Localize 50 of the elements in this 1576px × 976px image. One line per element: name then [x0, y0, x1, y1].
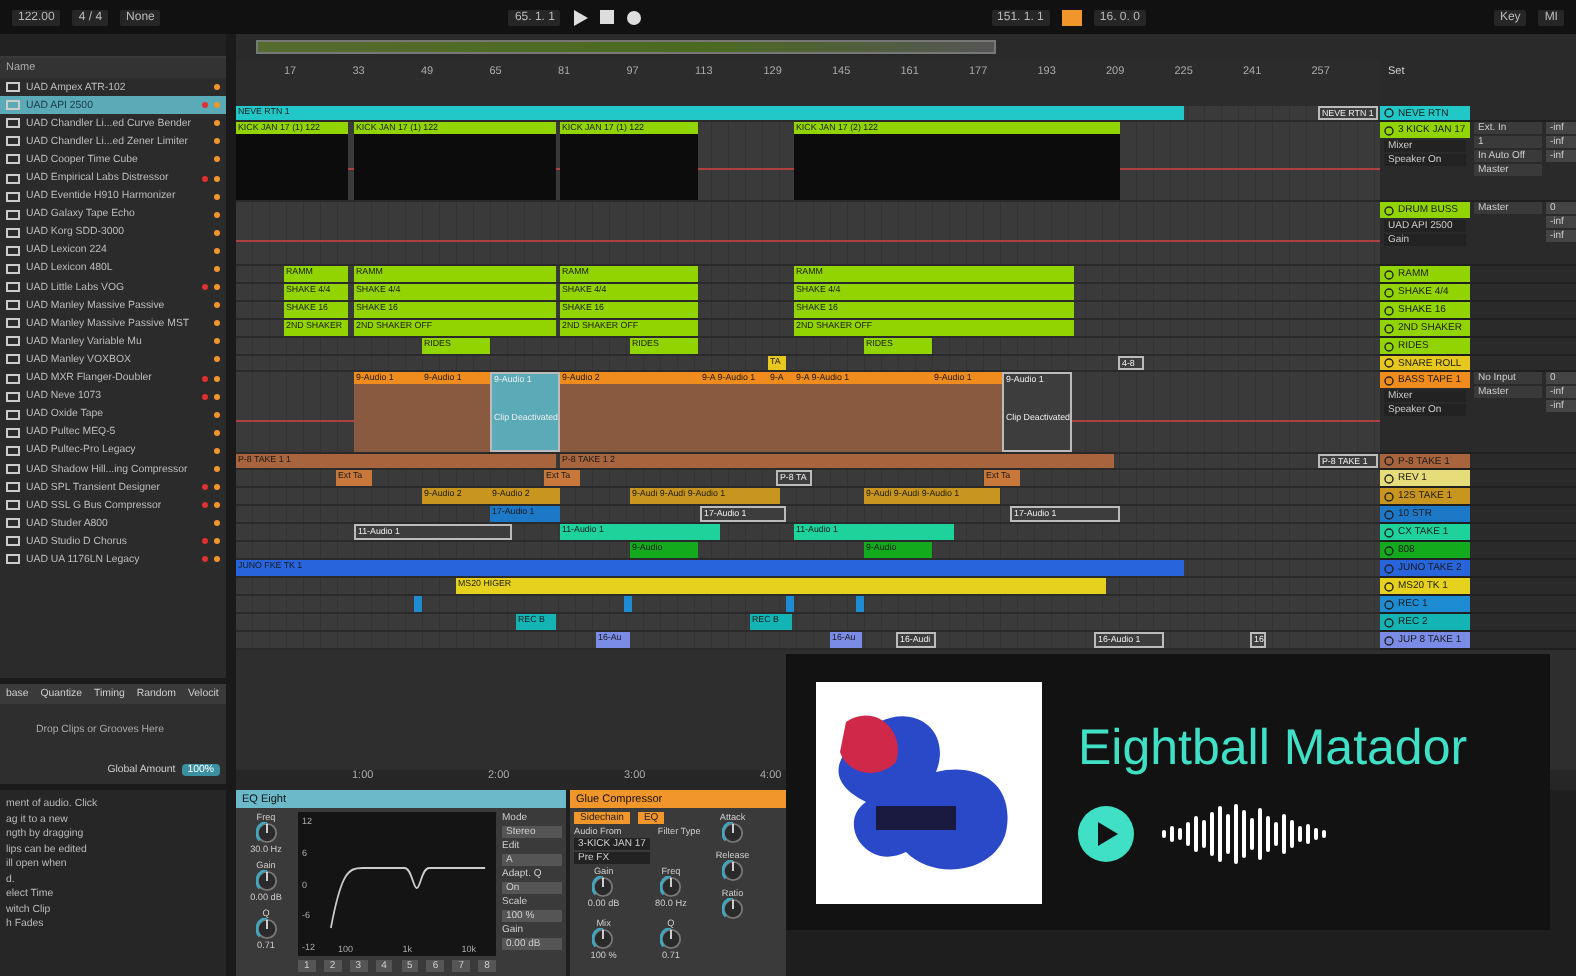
- clip[interactable]: [624, 596, 632, 612]
- knob[interactable]: [592, 928, 615, 950]
- knob[interactable]: [255, 870, 277, 892]
- status-dot: [214, 84, 220, 91]
- record-icon[interactable]: [626, 9, 643, 25]
- play-icon: [1094, 821, 1118, 845]
- status-dot: [214, 265, 220, 272]
- play-button[interactable]: [1078, 805, 1134, 861]
- knob[interactable]: [659, 876, 682, 898]
- status-dot: [214, 320, 220, 327]
- status-dot: [214, 229, 220, 236]
- status-dot: [214, 175, 220, 182]
- status-dot: [214, 447, 220, 454]
- status-dot: [214, 338, 220, 345]
- status-dot: [214, 466, 220, 473]
- knob[interactable]: [721, 822, 744, 844]
- status-dot: [214, 520, 220, 527]
- knob[interactable]: [255, 822, 277, 844]
- status-dot: [214, 411, 220, 418]
- status-dot: [214, 556, 220, 563]
- knob[interactable]: [721, 898, 744, 920]
- knob[interactable]: [721, 860, 744, 882]
- status-dot: [214, 156, 220, 163]
- status-dot: [214, 538, 220, 545]
- stop-icon[interactable]: [600, 10, 615, 24]
- status-dot: [214, 193, 220, 200]
- knob[interactable]: [659, 928, 682, 950]
- knob[interactable]: [255, 918, 277, 940]
- status-dot: [214, 484, 220, 491]
- status-dot: [214, 302, 220, 309]
- status-dot: [214, 284, 220, 291]
- clip[interactable]: [786, 596, 794, 612]
- track-title: Eightball Matador: [1078, 719, 1468, 777]
- status-dot: [214, 120, 220, 127]
- status-dot: [214, 356, 220, 363]
- status-dot: [214, 429, 220, 436]
- status-dot: [214, 375, 220, 382]
- search-field[interactable]: [0, 34, 226, 58]
- status-dot: [214, 247, 220, 254]
- fold-icon[interactable]: [1384, 205, 1394, 215]
- clip[interactable]: [856, 596, 864, 612]
- loop-icon[interactable]: [1061, 9, 1082, 25]
- status-dot: [214, 211, 220, 218]
- play-icon[interactable]: [572, 9, 589, 25]
- status-dot: [214, 502, 220, 509]
- status-dot: [214, 138, 220, 145]
- status-dot: [214, 393, 220, 400]
- status-dot: [214, 102, 220, 109]
- knob[interactable]: [592, 876, 615, 898]
- clip[interactable]: [414, 596, 422, 612]
